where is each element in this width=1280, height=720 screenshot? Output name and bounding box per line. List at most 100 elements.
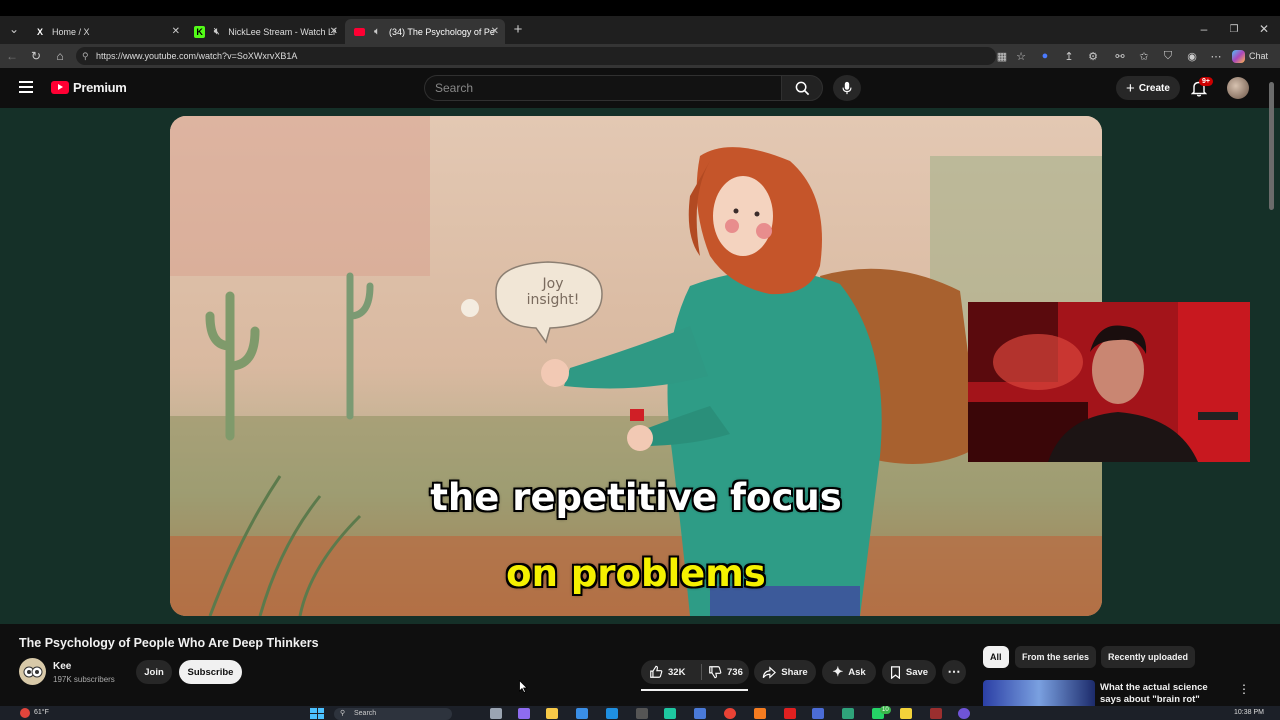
tab-nicklee-stream[interactable]: K 🔇︎ NickLee Stream - Watch Live ✕ [186, 19, 344, 44]
favorite-star-icon[interactable]: ☆ [1013, 48, 1029, 64]
window-top-strip [0, 0, 1280, 16]
recommendation-thumbnail[interactable] [983, 680, 1095, 706]
channel-name[interactable]: Kee [53, 661, 71, 672]
more-menu-icon[interactable]: ⋯ [1208, 48, 1224, 64]
store-icon[interactable] [576, 708, 588, 719]
taskbar-search[interactable]: ⚲ Search [334, 708, 452, 720]
save-button[interactable]: Save [882, 660, 936, 684]
browser-tab-bar: ⌄ X Home / X ✕ K 🔇︎ NickLee Stream - Wat… [0, 16, 1280, 44]
subscriber-count: 197K subscribers [53, 675, 115, 684]
browser-toolbar: ← ↻ ⌂ ⚲ https://www.youtube.com/watch?v=… [0, 44, 1280, 68]
youtube-app-icon[interactable] [784, 708, 796, 719]
recommendation-title[interactable]: What the actual science says about "brai… [1100, 682, 1230, 706]
restore-icon[interactable]: ❐ [1226, 21, 1242, 37]
vscode-icon[interactable] [812, 708, 824, 719]
close-tab-icon[interactable]: ✕ [330, 26, 338, 37]
bookmark-icon [890, 665, 900, 679]
page-scrollbar[interactable] [1269, 82, 1274, 210]
file-explorer-icon[interactable] [546, 708, 558, 719]
profile-icon[interactable]: ◉ [1184, 48, 1200, 64]
clock: 10:38 PM [1234, 709, 1264, 716]
minimize-icon[interactable]: – [1196, 21, 1212, 37]
like-button[interactable]: 32K [649, 665, 701, 679]
close-tab-icon[interactable]: ✕ [491, 26, 499, 37]
search-button[interactable] [781, 75, 823, 101]
copilot-chat-button[interactable]: Chat [1232, 48, 1268, 64]
video-title: The Psychology of People Who Are Deep Th… [19, 636, 319, 650]
search-input[interactable]: Search [424, 75, 782, 101]
channel-avatar-icon [23, 666, 42, 677]
youtube-play-icon [51, 81, 69, 94]
caption-line-1: the repetitive focus [430, 476, 842, 519]
edge-browser-icon[interactable] [664, 708, 676, 719]
video-player[interactable]: Joy insight! the repetitive focus on pro… [0, 108, 1280, 624]
windows-start-icon[interactable] [310, 708, 324, 719]
subscribe-button[interactable]: Subscribe [179, 660, 242, 684]
youtube-premium-logo[interactable]: Premium [51, 80, 127, 95]
like-dislike-group: 32K 736 [641, 660, 749, 684]
share-button[interactable]: Share [754, 660, 816, 684]
taskbar-search-label: Search [354, 710, 377, 717]
chip-recently-uploaded[interactable]: Recently uploaded [1101, 646, 1196, 668]
edge-app-icon[interactable] [606, 708, 618, 719]
copilot-app-icon[interactable] [518, 708, 530, 719]
address-input[interactable]: ⚲ https://www.youtube.com/watch?v=SoXWxr… [76, 47, 996, 65]
recommendation-menu-icon[interactable]: ⋮ [1238, 682, 1250, 696]
weather-icon[interactable] [20, 708, 30, 718]
extension-pin-icon[interactable]: ↥ [1061, 48, 1077, 64]
youtube-masthead: Premium Search + Create 9+ [0, 68, 1280, 108]
tab-home-x[interactable]: X Home / X ✕ [26, 19, 186, 44]
streamer-webcam-image [968, 302, 1250, 462]
app-available-icon[interactable]: ▦ [994, 48, 1010, 64]
tab-youtube-video[interactable]: 🔈︎ (34) The Psychology of People ✕ [345, 19, 505, 44]
speaker-icon: 🔈︎ [374, 26, 380, 36]
amazon-icon[interactable] [636, 708, 648, 719]
close-tab-icon[interactable]: ✕ [172, 26, 180, 37]
create-label: Create [1138, 82, 1170, 94]
new-tab-icon[interactable]: + [510, 21, 526, 38]
notes-icon[interactable] [900, 708, 912, 719]
home-icon[interactable]: ⌂ [52, 48, 68, 64]
chip-from-the-series[interactable]: From the series [1015, 646, 1097, 668]
tab-label: NickLee Stream - Watch Live [228, 26, 336, 37]
favorites-icon[interactable]: ✩ [1136, 48, 1152, 64]
youtube-logo-icon [353, 26, 365, 38]
whatsapp-badge: 10 [880, 706, 891, 714]
task-view-icon[interactable] [490, 708, 502, 719]
split-screen-icon[interactable]: ⚯ [1112, 48, 1128, 64]
extension-blue-icon[interactable]: ● [1037, 48, 1053, 64]
browser-essentials-icon[interactable]: ⛉ [1160, 48, 1176, 64]
video-frame[interactable]: Joy insight! the repetitive focus on pro… [170, 116, 1102, 616]
site-info-icon[interactable]: ⚲ [82, 47, 89, 65]
x-logo-icon: X [36, 26, 43, 37]
voice-search-button[interactable] [833, 75, 861, 101]
back-icon[interactable]: ← [4, 48, 20, 64]
extensions-icon[interactable]: ⚙ [1085, 48, 1101, 64]
app-icon[interactable] [842, 708, 854, 719]
join-label: Join [144, 666, 164, 678]
avatar[interactable] [1227, 77, 1249, 99]
reload-icon[interactable]: ↻ [28, 48, 44, 64]
create-button[interactable]: + Create [1116, 76, 1180, 100]
logo-label: Premium [73, 80, 127, 95]
app-red-icon[interactable] [930, 708, 942, 719]
chrome-icon[interactable] [724, 708, 736, 719]
tab-list-icon[interactable]: ⌄ [6, 21, 22, 37]
join-button[interactable]: Join [136, 660, 172, 684]
chip-all[interactable]: All [983, 646, 1009, 668]
share-label: Share [781, 666, 808, 678]
obs-icon[interactable] [958, 708, 970, 719]
plus-icon: + [1126, 79, 1135, 97]
notifications-button[interactable]: 9+ [1190, 77, 1213, 98]
search-placeholder: Search [435, 81, 474, 95]
menu-icon[interactable] [19, 81, 33, 93]
more-actions-button[interactable]: ⋯ [942, 660, 966, 684]
vlc-icon[interactable] [754, 708, 766, 719]
calculator-icon[interactable] [694, 708, 706, 719]
dislike-button[interactable]: 736 [708, 665, 743, 679]
close-window-icon[interactable]: ✕ [1256, 21, 1272, 37]
copilot-icon [1232, 49, 1245, 63]
channel-avatar[interactable] [19, 658, 46, 685]
ask-button[interactable]: ✦ Ask [822, 660, 876, 684]
dislike-count: 736 [727, 666, 743, 678]
